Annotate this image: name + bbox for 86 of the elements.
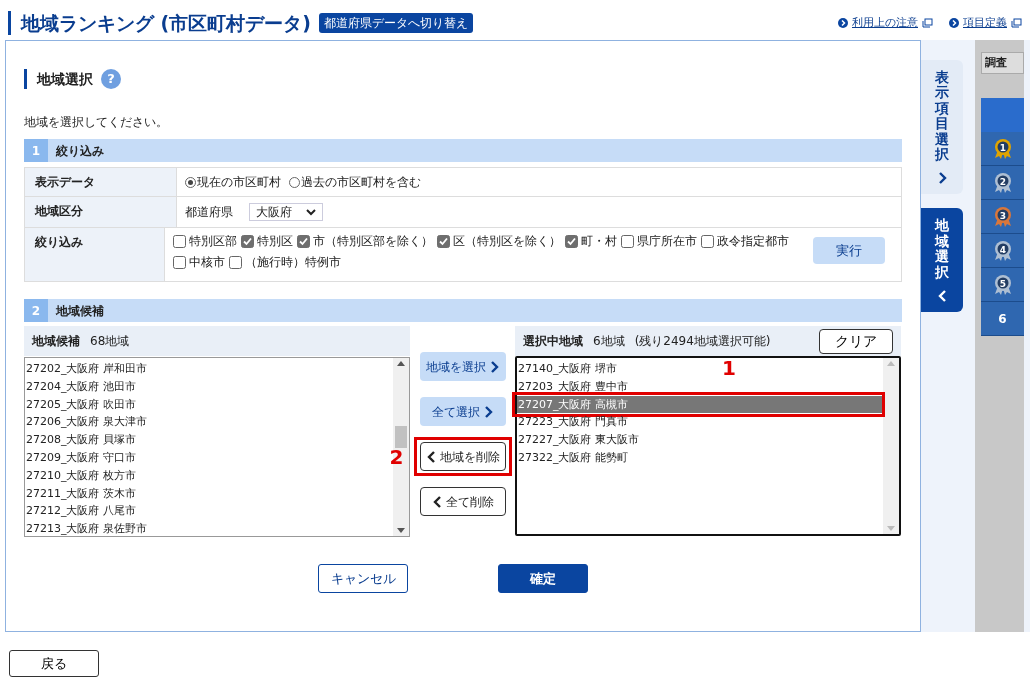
section-title: 地域選択 [24,69,93,89]
list-item[interactable]: 27223_大阪府 門真市 [517,413,628,432]
remove-button[interactable]: 全て削除 [419,487,506,516]
option-label: 現在の市区町村 [197,174,281,191]
remove-button[interactable]: 地域を削除 [419,442,506,471]
rank-number: 6 [998,310,1007,328]
option-label: 中核市 [189,254,225,272]
checkbox[interactable] [173,235,186,249]
region-count: 6地域 [593,333,625,350]
list-item[interactable]: 27140_大阪府 堺市 [517,360,617,378]
row-label: 表示データ [25,168,177,196]
list-item[interactable]: 27207_大阪府 高槻市 [517,395,883,414]
list-item[interactable]: 27206_大阪府 泉大津市 [25,413,147,432]
chevron-left-icon [936,289,948,302]
bullet-arrow-icon [949,18,959,28]
checkbox[interactable] [565,235,578,249]
scrollbar[interactable] [393,358,409,536]
scroll-thumb[interactable] [395,426,407,448]
side-tab[interactable]: 表示項目選択 [921,60,963,195]
remaining-count: (残り2494地域選択可能) [634,333,771,350]
field-label: 都道府県 [185,204,233,221]
option-label: 町・村 [581,233,617,250]
chevron-left-icon [425,450,437,463]
panel-title: 地域候補 [32,333,80,350]
checkbox[interactable] [437,235,450,249]
option-label: 政令指定都市 [717,233,789,250]
region-count: 68地域 [90,333,130,350]
option-label: 区（特別区を除く） [453,233,561,250]
column-header: 調査 [981,52,1024,74]
list-item[interactable]: 27205_大阪府 吹田市 [25,395,136,414]
chevron-right-icon [482,405,494,418]
list-item[interactable]: 27212_大阪府 八尾市 [25,502,136,521]
row-label: 地域区分 [25,197,177,227]
instruction-text: 地域を選択してください。 [24,114,169,131]
new-window-icon [922,18,933,28]
switch-data-button[interactable]: 都道府県データへ切り替え [319,13,473,33]
chevron-left-icon [431,495,443,508]
scroll-up-icon[interactable] [397,361,405,366]
list-item[interactable]: 27204_大阪府 池田市 [25,377,136,396]
back-button[interactable]: 戻る [9,650,99,677]
step-title: 絞り込み [55,142,104,160]
checkbox[interactable] [173,256,186,270]
chevron-right-icon [488,360,500,373]
option-label: （施行時）特例市 [245,254,341,272]
run-button[interactable]: 実行 [813,237,885,264]
side-tab[interactable]: 地域選択 [921,208,963,312]
step-number: 2 [24,299,48,322]
checkbox[interactable] [701,235,714,249]
ranking-header-cell [981,98,1024,132]
option-label: 特別区 [257,233,293,250]
option-label: 特別区部 [189,233,237,250]
list-item[interactable]: 27213_大阪府 泉佐野市 [25,520,147,536]
checkbox[interactable] [229,256,242,270]
annotation-number: 2 [389,447,404,467]
list-item[interactable]: 27211_大阪府 茨木市 [25,484,136,503]
bullet-arrow-icon [838,18,848,28]
list-item[interactable]: 27227_大阪府 東大阪市 [517,431,639,449]
list-item[interactable]: 27209_大阪府 守口市 [25,449,136,467]
cancel-button[interactable]: キャンセル [318,564,408,593]
help-link[interactable]: 利用上の注意 [852,14,918,32]
new-window-icon [1011,18,1022,28]
confirm-button[interactable]: 確定 [498,564,588,593]
step-title: 地域候補 [54,302,104,320]
annotation-number: 1 [722,357,736,378]
list-item[interactable]: 27202_大阪府 岸和田市 [25,360,147,378]
option-label: 市（特別区部を除く） [313,233,433,250]
prefecture-select[interactable]: 大阪府 [249,203,323,221]
checkbox[interactable] [241,235,254,249]
option-label: 過去の市区町村を含む [301,174,421,191]
row-label: 絞り込み [25,228,165,281]
help-link[interactable]: 項目定義 [963,14,1007,32]
list-item[interactable]: 27322_大阪府 能勢町 [517,449,628,467]
add-button[interactable]: 地域を選択 [419,352,506,381]
list-item[interactable]: 27210_大阪府 枚方市 [25,466,136,485]
panel-title: 選択中地域 [523,333,583,350]
caret-icon [306,208,316,216]
option-label: 県庁所在市 [637,233,697,250]
scroll-down-icon[interactable] [397,528,405,533]
clear-button[interactable]: クリア [819,328,893,354]
checkbox[interactable] [297,235,310,249]
chevron-right-icon [936,172,948,185]
add-button[interactable]: 全て選択 [419,397,506,426]
checkbox[interactable] [621,235,634,249]
list-item[interactable]: 27208_大阪府 貝塚市 [25,431,136,449]
step-number: 1 [24,139,48,162]
page-title: 地域ランキング (市区町村データ) [8,11,311,35]
